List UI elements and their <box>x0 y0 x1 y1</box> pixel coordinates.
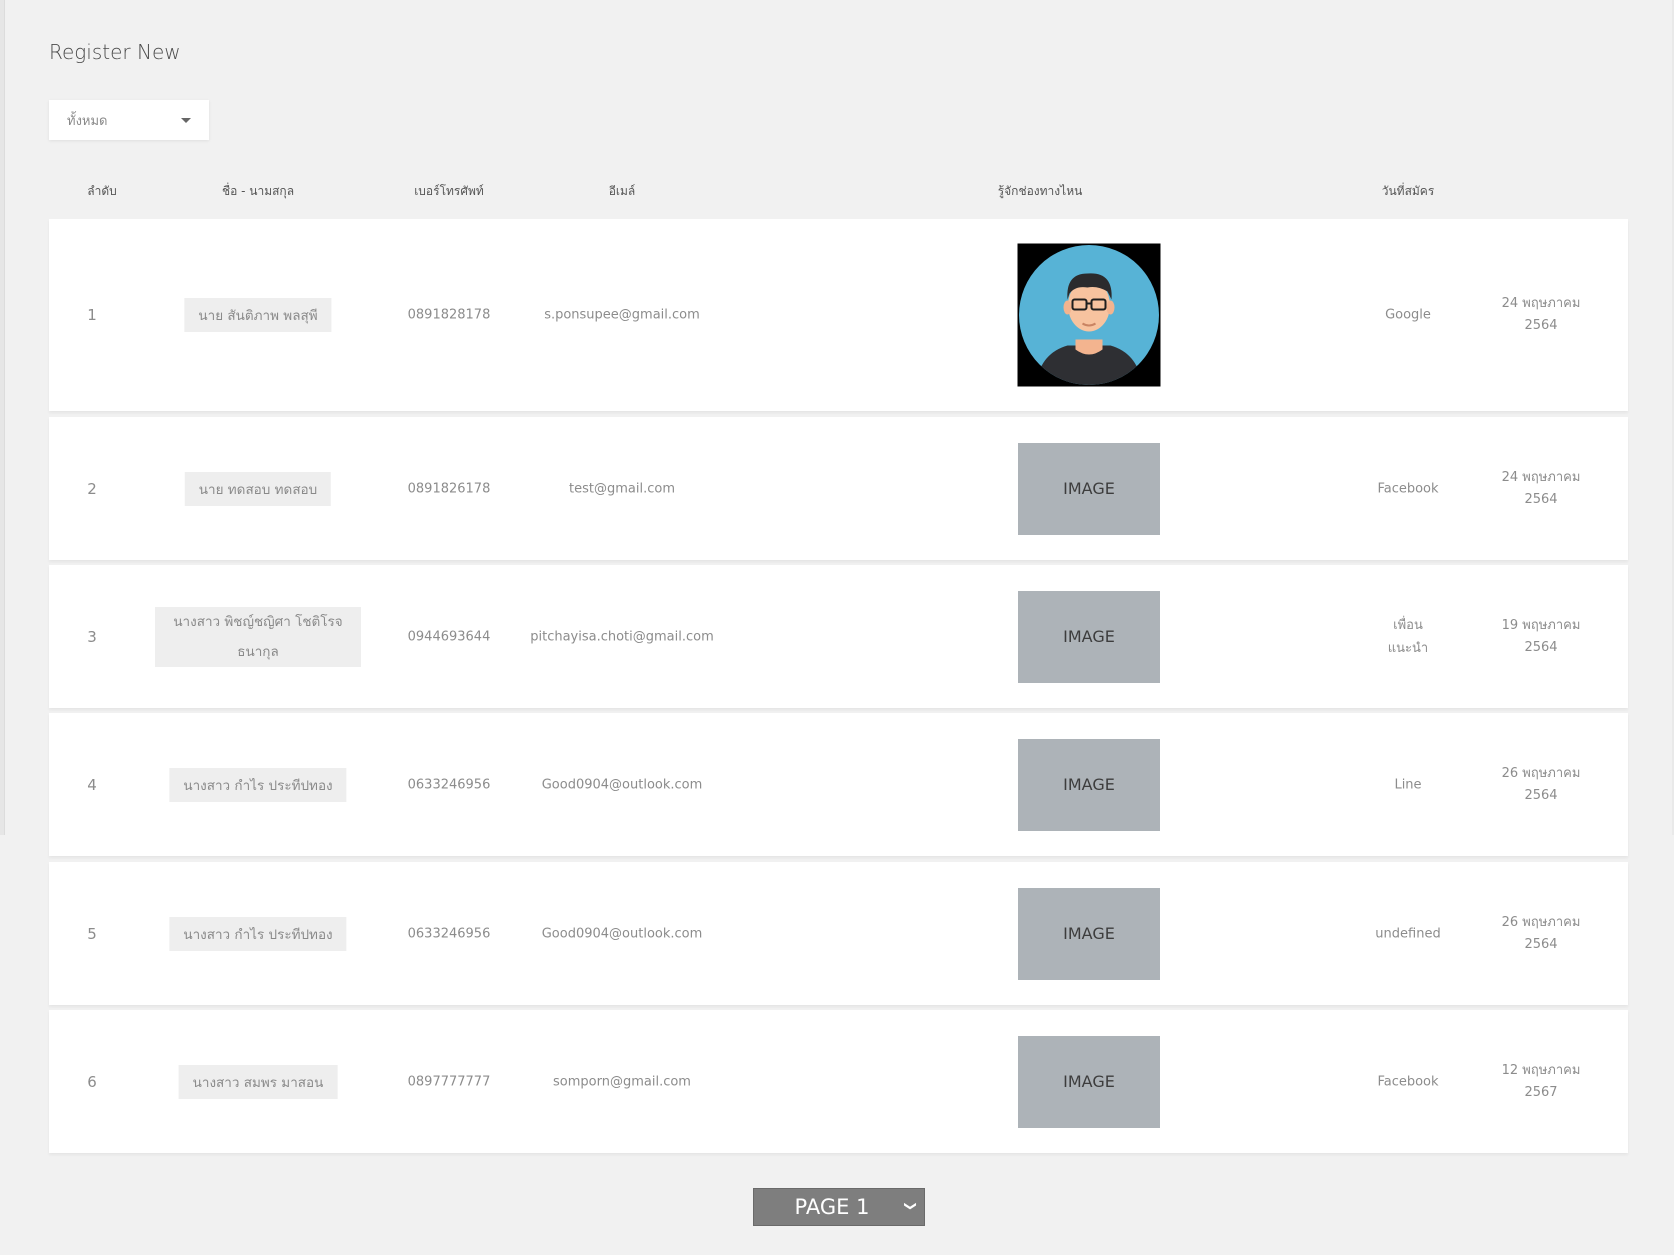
row-index: 3 <box>87 627 97 646</box>
name-chip: นางสาว พิชญ์ชญิศา โชติโรจ ธนากุล <box>155 606 361 667</box>
email-cell: s.ponsupee@gmail.com <box>544 307 700 323</box>
channel-cell: Facebook <box>1377 481 1439 496</box>
table-row: 5 นางสาว กำไร ประทีปทอง 0633246956 Good0… <box>49 862 1628 1005</box>
channel-cell: undefined <box>1375 926 1441 941</box>
image-placeholder: IMAGE <box>1018 738 1160 831</box>
phone-cell: 0891828178 <box>407 307 491 323</box>
page-select-label: PAGE 1 <box>794 1195 870 1219</box>
date-day: 26 พฤษภาคม <box>1501 765 1581 781</box>
date-year: 2567 <box>1524 1084 1558 1100</box>
name-chip: นาย สันติภาพ พลสุพี <box>184 298 332 332</box>
row-index: 4 <box>87 775 97 794</box>
header-phone: เบอร์โทรศัพท์ <box>414 184 484 198</box>
row-index: 6 <box>87 1072 97 1091</box>
date-cell: 24 พฤษภาคม 2564 <box>1502 293 1581 337</box>
name-chip: นางสาว กำไร ประทีปทอง <box>169 916 347 951</box>
page-title: Register New <box>49 40 181 64</box>
image-placeholder: IMAGE <box>1018 442 1160 535</box>
phone-cell: 0891826178 <box>407 481 491 496</box>
date-year: 2564 <box>1524 787 1558 803</box>
phone-cell: 0633246956 <box>407 926 491 941</box>
caret-down-icon <box>181 118 191 123</box>
date-cell: 24 พฤษภาคม 2564 <box>1502 467 1581 511</box>
image-placeholder: IMAGE <box>1018 590 1160 683</box>
image-placeholder: IMAGE <box>1018 1035 1160 1128</box>
date-cell: 12 พฤษภาคม 2567 <box>1502 1060 1581 1104</box>
filter-selected-value: ทั้งหมด <box>67 113 108 129</box>
phone-cell: 0633246956 <box>407 777 491 792</box>
date-cell: 26 พฤษภาคม 2564 <box>1502 912 1581 956</box>
name-chip: นางสาว กำไร ประทีปทอง <box>169 767 347 802</box>
date-day: 12 พฤษภาคม <box>1501 1062 1581 1078</box>
name-chip: นางสาว สมพร มาสอน <box>178 1064 338 1099</box>
name-chip: นาย ทดสอบ ทดสอบ <box>184 471 332 506</box>
channel-cell: เพื่อน แนะนำ <box>1387 617 1429 656</box>
date-day: 24 พฤษภาคม <box>1501 296 1581 311</box>
filter-dropdown[interactable]: ทั้งหมด <box>49 100 209 140</box>
row-index: 2 <box>87 479 97 498</box>
header-register-date: วันที่สมัคร <box>1381 184 1435 198</box>
email-cell: pitchayisa.choti@gmail.com <box>530 629 714 644</box>
phone-cell: 0944693644 <box>407 629 491 644</box>
person-avatar-icon <box>1019 245 1159 385</box>
email-cell: Good0904@outlook.com <box>541 926 703 941</box>
channel-cell: Line <box>1394 777 1422 792</box>
date-year: 2564 <box>1524 639 1558 655</box>
date-cell: 19 พฤษภาคม 2564 <box>1502 615 1581 659</box>
header-channel-source: รู้จักช่องทางไหน <box>997 184 1083 198</box>
date-year: 2564 <box>1524 318 1558 333</box>
page-select[interactable]: PAGE 1 ❯ <box>753 1188 925 1226</box>
email-cell: Good0904@outlook.com <box>541 777 703 792</box>
chevron-down-icon: ❯ <box>903 1200 918 1212</box>
date-day: 19 พฤษภาคม <box>1501 617 1581 633</box>
header-name: ชื่อ - นามสกุล <box>221 184 295 198</box>
table-header: ลำดับ ชื่อ - นามสกุล เบอร์โทรศัพท์ อีเมล… <box>49 182 1628 204</box>
image-placeholder: IMAGE <box>1018 887 1160 980</box>
row-index: 1 <box>87 306 97 324</box>
phone-cell: 0897777777 <box>407 1074 491 1089</box>
date-day: 24 พฤษภาคม <box>1501 469 1581 485</box>
left-edge-divider <box>0 0 5 835</box>
header-email: อีเมล์ <box>608 184 636 198</box>
date-day: 26 พฤษภาคม <box>1501 914 1581 930</box>
channel-cell: Google <box>1385 307 1431 323</box>
table-row: 2 นาย ทดสอบ ทดสอบ 0891826178 test@gmail.… <box>49 417 1628 560</box>
row-index: 5 <box>87 924 97 943</box>
email-cell: test@gmail.com <box>569 481 675 496</box>
header-index: ลำดับ <box>87 184 117 198</box>
table-row: 1 นาย สันติภาพ พลสุพี 0891828178 s.ponsu… <box>49 219 1628 411</box>
date-year: 2564 <box>1524 491 1558 507</box>
table-row: 3 นางสาว พิชญ์ชญิศา โชติโรจ ธนากุล 09446… <box>49 565 1628 708</box>
date-cell: 26 พฤษภาคม 2564 <box>1502 763 1581 807</box>
table-row: 6 นางสาว สมพร มาสอน 0897777777 somporn@g… <box>49 1010 1628 1153</box>
channel-cell: Facebook <box>1377 1074 1439 1089</box>
email-cell: somporn@gmail.com <box>553 1074 691 1089</box>
table-row: 4 นางสาว กำไร ประทีปทอง 0633246956 Good0… <box>49 713 1628 856</box>
date-year: 2564 <box>1524 936 1558 952</box>
avatar-image <box>1017 243 1161 387</box>
